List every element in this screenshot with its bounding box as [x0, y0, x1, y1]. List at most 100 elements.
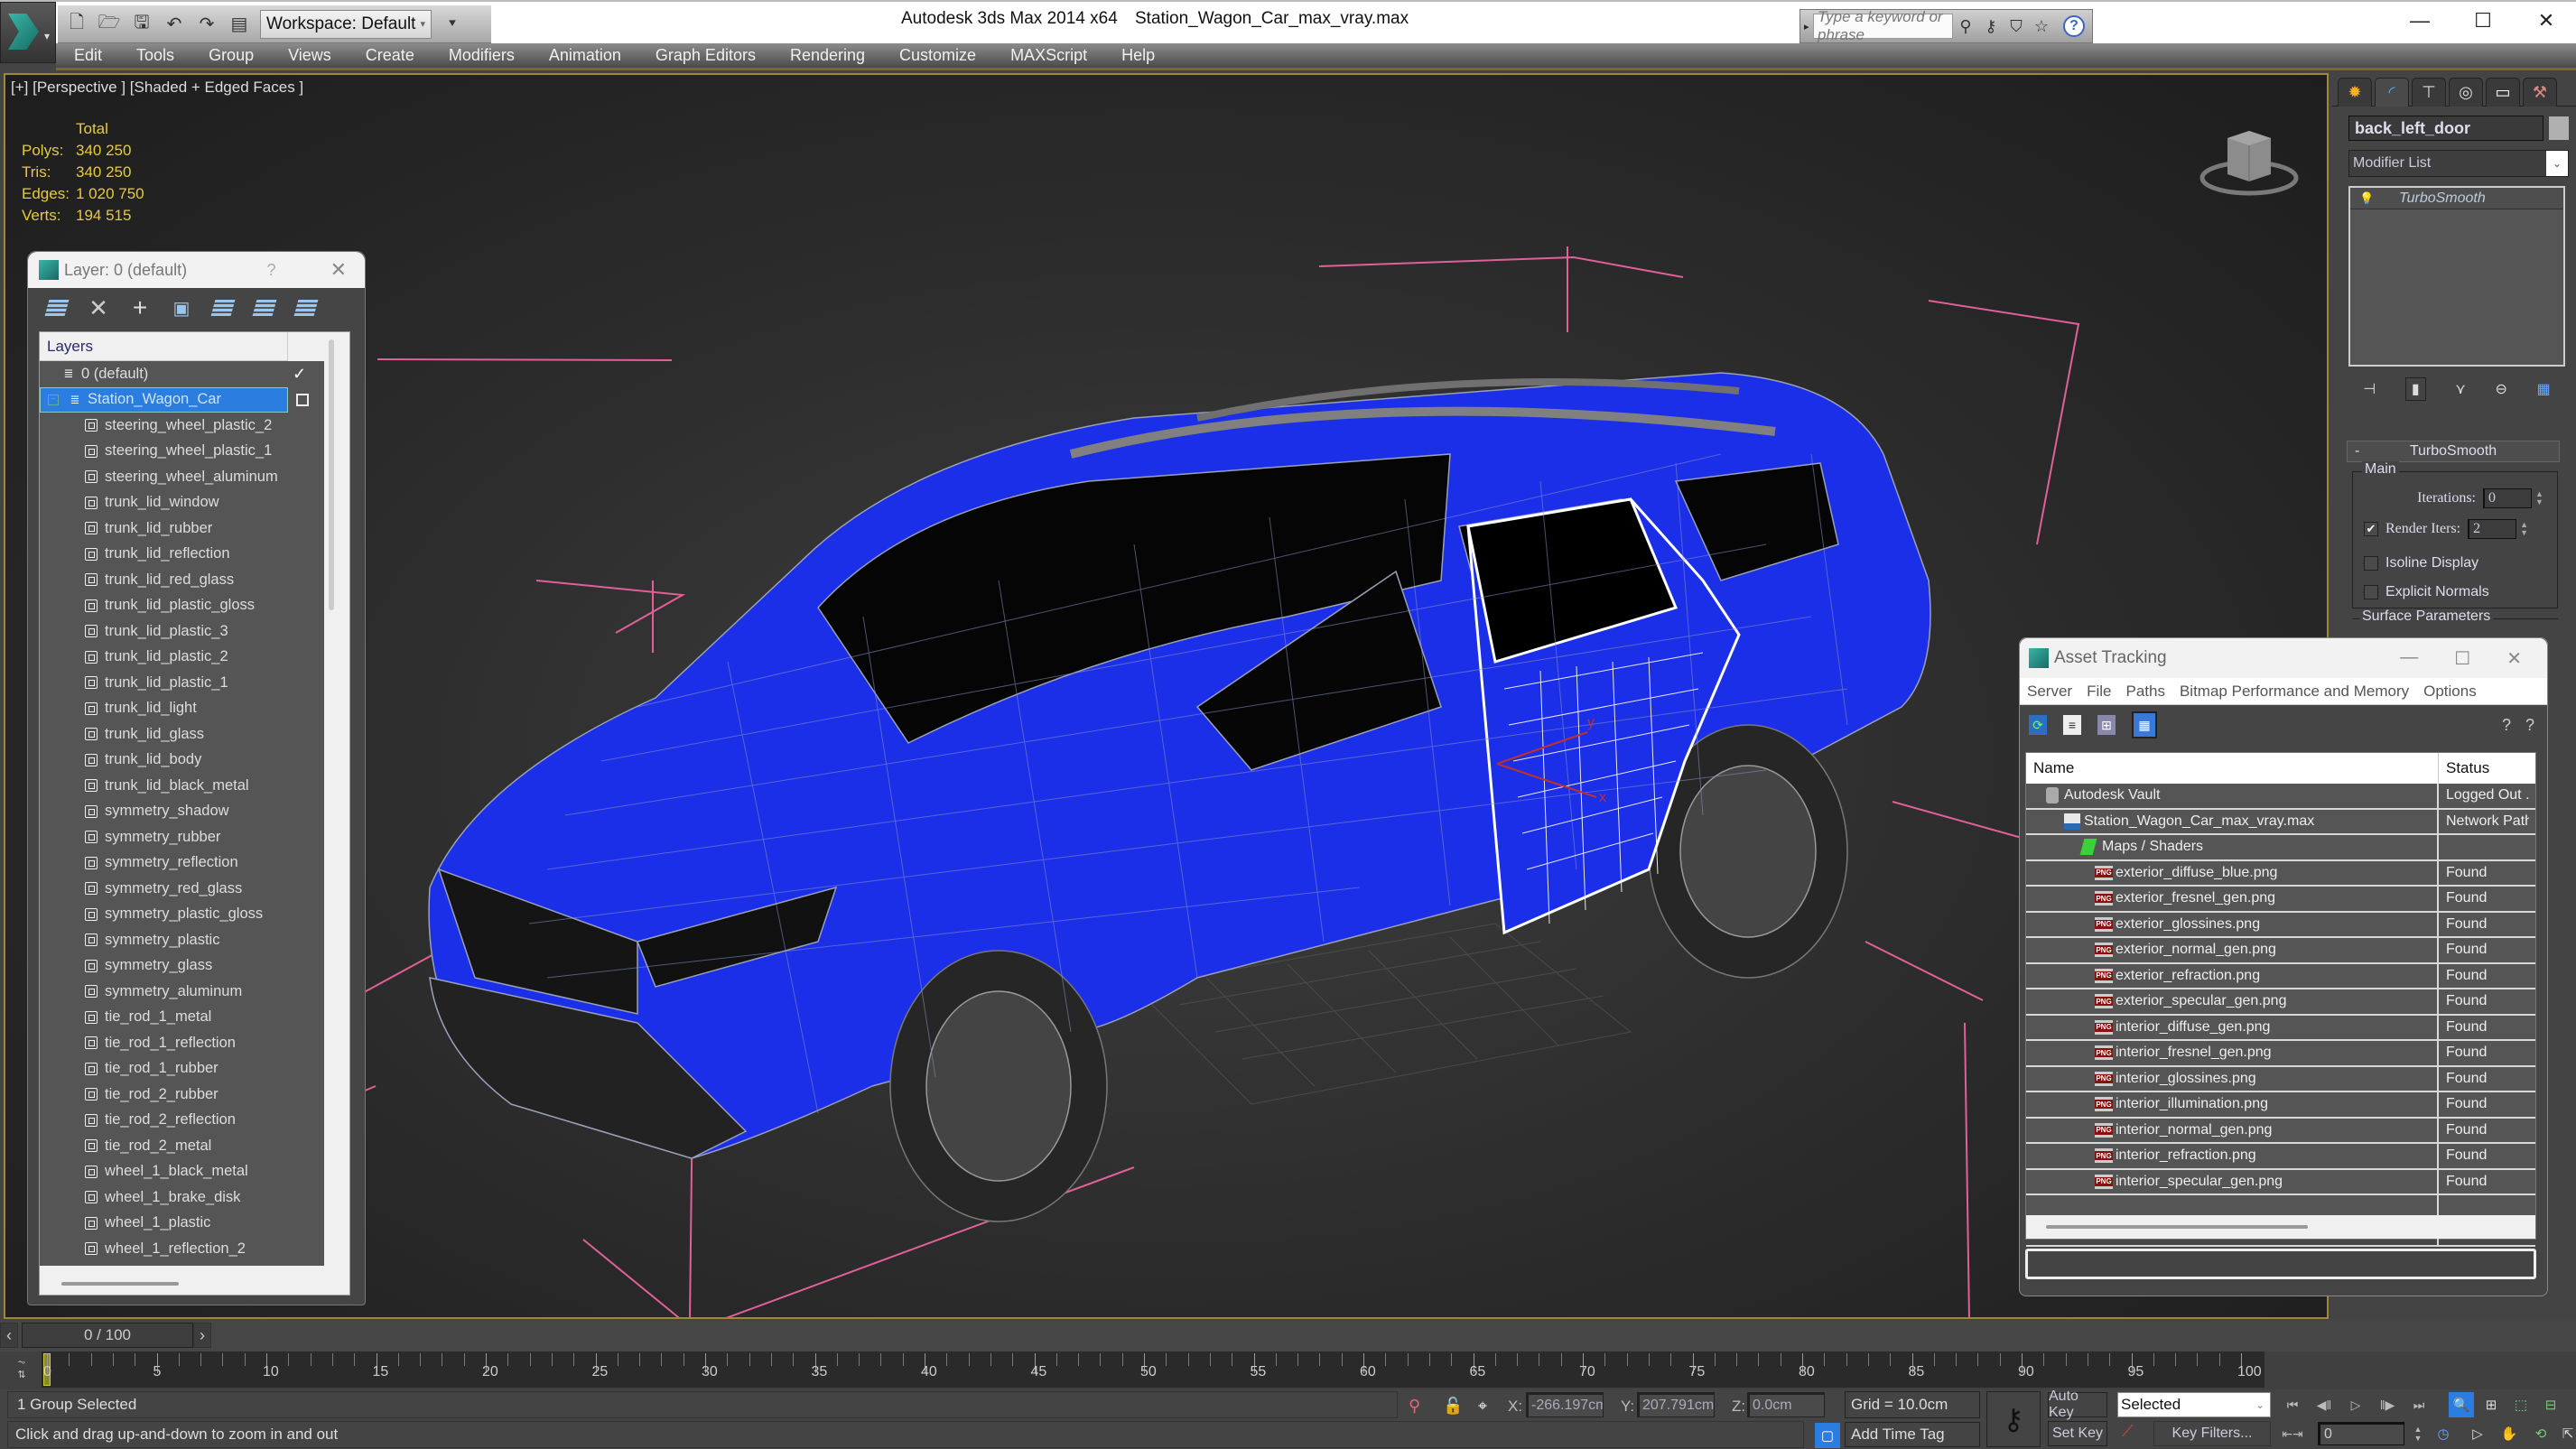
mini-curve-editor-icon[interactable]: ⏦ ⇅	[11, 1357, 33, 1384]
menu-views[interactable]: Views	[271, 46, 349, 65]
pin-stack-icon[interactable]: ⊣	[2363, 380, 2376, 398]
turbosmooth-rollout-header[interactable]: - TurboSmooth	[2347, 441, 2560, 462]
layer-object-row[interactable]: symmetry_shadow	[40, 799, 324, 825]
asset-row[interactable]: PNG interior_fresnel_gen.png Found	[2026, 1041, 2535, 1067]
layer-object-row[interactable]: symmetry_rubber	[40, 824, 324, 850]
list-view-icon[interactable]: ≡	[2063, 715, 2081, 735]
menu-group[interactable]: Group	[191, 46, 271, 65]
workspace-dropdown[interactable]: Workspace: Default ▾	[260, 9, 432, 39]
menu-paths[interactable]: Paths	[2125, 683, 2164, 701]
redo-icon[interactable]: ↷	[195, 12, 219, 37]
layer-object-row[interactable]: trunk_lid_black_metal	[40, 773, 324, 799]
spinner-arrows-icon[interactable]: ▲ ▼	[2405, 1421, 2431, 1446]
layer-object-row[interactable]: steering_wheel_aluminum	[40, 464, 324, 490]
pan-icon[interactable]: ✋	[2497, 1421, 2522, 1446]
layer-object-row[interactable]: wheel_1_reflection_2	[40, 1236, 324, 1262]
z-coordinate-field[interactable]: 0.0cm	[1747, 1392, 1825, 1417]
asset-row[interactable]: PNG interior_glossines.png Found	[2026, 1066, 2535, 1092]
active-layer-checkmark-icon[interactable]: ✓	[293, 365, 306, 384]
menu-animation[interactable]: Animation	[532, 46, 638, 65]
asset-row[interactable]: PNG interior_specular_gen.png Found	[2026, 1169, 2535, 1195]
adaptive-degradation-icon[interactable]: ▢	[1815, 1423, 1840, 1448]
search-input[interactable]: Type a keyword or phrase	[1813, 8, 1953, 43]
field-of-view-icon[interactable]: ▷	[2465, 1421, 2490, 1446]
y-coordinate-field[interactable]: 207.791cm	[1637, 1392, 1715, 1417]
save-icon[interactable]: 🖫	[130, 12, 153, 37]
zoom-all-icon[interactable]: ⊞	[2478, 1392, 2504, 1417]
asset-row[interactable]: PNG exterior_refraction.png Found	[2026, 963, 2535, 989]
layer-list-scrollbar[interactable]	[329, 339, 334, 610]
layer-object-row[interactable]: trunk_lid_body	[40, 748, 324, 774]
modifier-list-dropdown[interactable]: Modifier List ⌄	[2348, 150, 2569, 177]
current-frame-field[interactable]: 0	[2318, 1422, 2404, 1445]
layer-object-row[interactable]: symmetry_red_glass	[40, 876, 324, 902]
undo-icon[interactable]: ↶	[163, 12, 186, 37]
layer-object-row[interactable]: wheel_1_black_metal	[40, 1159, 324, 1185]
layer-list-horizontal-scrollbar[interactable]	[61, 1282, 179, 1286]
asset-table-horizontal-scrollbar[interactable]	[2026, 1215, 2535, 1239]
vault-help-icon[interactable]: ?	[2502, 716, 2511, 735]
menu-graph-editors[interactable]: Graph Editors	[638, 46, 773, 65]
go-to-start-icon[interactable]: ⏮	[2280, 1392, 2305, 1417]
zoom-icon[interactable]: 🔍	[2449, 1392, 2474, 1417]
star-icon[interactable]: ☆	[2029, 17, 2054, 36]
default-tangent-icon[interactable]: ⟋	[2122, 1422, 2134, 1441]
asset-path-field[interactable]	[2025, 1249, 2536, 1279]
menu-bitmap-performance[interactable]: Bitmap Performance and Memory	[2180, 683, 2409, 701]
layer-object-row[interactable]: trunk_lid_reflection	[40, 542, 324, 568]
layer-object-row[interactable]: tie_rod_1_reflection	[40, 1030, 324, 1056]
application-menu-button[interactable]: ▾	[0, 2, 56, 63]
modify-tab-icon[interactable]: ◜	[2375, 78, 2409, 107]
layer-object-row[interactable]: wheel_1_brake_disk	[40, 1184, 324, 1211]
layer-object-row[interactable]: symmetry_reflection	[40, 850, 324, 877]
name-column-header[interactable]: Name	[2026, 753, 2439, 784]
qat-customize-icon[interactable]: ⯆	[441, 12, 464, 37]
absolute-mode-icon[interactable]: ⌖	[1478, 1397, 1487, 1416]
key-icon[interactable]: ⚷	[1978, 17, 2004, 36]
modifier-stack-item[interactable]: 💡 TurboSmooth	[2350, 188, 2563, 209]
explicit-normals-checkbox[interactable]	[2364, 585, 2378, 599]
delete-layer-icon[interactable]: ✕	[88, 294, 109, 321]
isolate-selection-icon[interactable]: ⚲	[1409, 1397, 1420, 1416]
viewcube[interactable]	[2195, 122, 2303, 203]
menu-server[interactable]: Server	[2027, 683, 2072, 701]
auto-key-button[interactable]: Auto Key	[2048, 1389, 2107, 1420]
menu-options[interactable]: Options	[2423, 683, 2477, 701]
time-configuration-icon[interactable]: ◷	[2431, 1421, 2456, 1446]
layer-settings-icon[interactable]	[293, 297, 319, 319]
hierarchy-tab-icon[interactable]: ⊤	[2412, 78, 2446, 107]
refresh-icon[interactable]: ⟳	[2029, 715, 2047, 735]
key-filters-button[interactable]: Key Filters...	[2153, 1421, 2271, 1446]
layer-object-row[interactable]: symmetry_plastic_gloss	[40, 902, 324, 928]
create-tab-icon[interactable]: ✹	[2338, 78, 2372, 107]
asset-row[interactable]: PNG exterior_diffuse_blue.png Found	[2026, 860, 2535, 887]
set-key-icon[interactable]: ⚷	[1986, 1391, 2041, 1447]
expand-icon[interactable]: ▸	[1804, 21, 1813, 33]
layer-object-row[interactable]: tie_rod_2_metal	[40, 1133, 324, 1159]
select-objects-icon[interactable]: ▣	[171, 297, 192, 319]
asset-row[interactable]: PNG exterior_specular_gen.png Found	[2026, 989, 2535, 1016]
previous-frame-button[interactable]: ‹	[0, 1323, 18, 1348]
asset-row[interactable]: PNG exterior_glossines.png Found	[2026, 912, 2535, 938]
utilities-tab-icon[interactable]: ⚒	[2523, 78, 2557, 107]
asset-tracking-titlebar[interactable]: Asset Tracking — ☐ ✕	[2020, 638, 2547, 678]
create-layer-icon[interactable]	[44, 297, 70, 319]
table-view-icon[interactable]: ▦	[2132, 711, 2157, 738]
remove-modifier-icon[interactable]: ⊖	[2496, 380, 2507, 398]
show-end-result-icon[interactable]: ▮	[2404, 377, 2426, 401]
menu-customize[interactable]: Customize	[882, 46, 993, 65]
close-button[interactable]: ✕	[330, 258, 347, 282]
object-color-swatch[interactable]	[2549, 116, 2569, 140]
viewport-label-menu[interactable]: [+] [Perspective ] [Shaded + Edged Faces…	[11, 79, 303, 97]
satellite-icon[interactable]: ⛉	[2004, 17, 2029, 36]
layer-row-default[interactable]: ≣ 0 (default) ✓	[40, 361, 324, 387]
maximize-button[interactable]: ☐	[2454, 647, 2470, 670]
layer-object-row[interactable]: symmetry_aluminum	[40, 979, 324, 1005]
display-tab-icon[interactable]: ▭	[2486, 78, 2520, 107]
layer-object-row[interactable]: wheel_1_plastic	[40, 1211, 324, 1237]
spinner-arrows-icon[interactable]: ▲ ▼	[2535, 490, 2546, 506]
asset-row[interactable]: PNG exterior_normal_gen.png Found	[2026, 938, 2535, 964]
menu-maxscript[interactable]: MAXScript	[993, 46, 1104, 65]
zoom-extents-icon[interactable]: ⬚	[2508, 1392, 2534, 1417]
menu-edit[interactable]: Edit	[56, 46, 119, 65]
